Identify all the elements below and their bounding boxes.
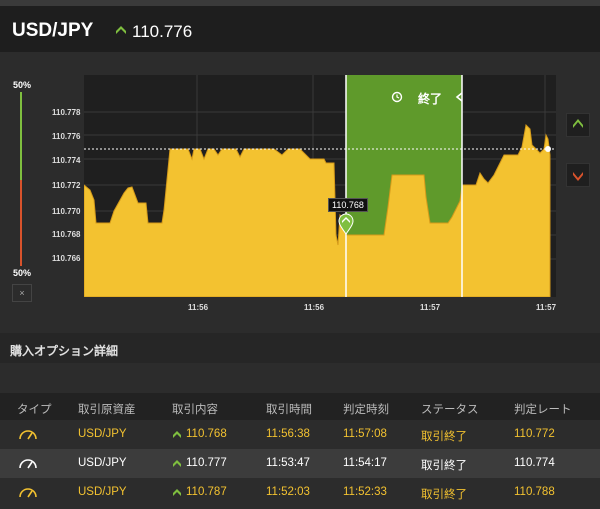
content-cell: 110.787 [186, 486, 227, 498]
meter-red-bar [20, 180, 22, 266]
x-tick: 11:56 [304, 303, 325, 312]
judge-cell: 11:54:17 [343, 457, 387, 469]
purchase-options-header: 購入オプション詳細 [0, 333, 600, 363]
col-judge: 判定時刻 [343, 404, 389, 416]
gauge-icon [19, 488, 37, 498]
gauge-icon [19, 430, 37, 440]
y-tick: 110.774 [52, 156, 81, 165]
y-tick: 110.768 [52, 230, 81, 239]
table-header: タイプ 取引原資産 取引内容 取引時間 判定時刻 ステータス 判定レート [0, 393, 600, 420]
time-cell: 11:56:38 [266, 428, 310, 440]
meter-top-percent: 50% [13, 80, 32, 90]
close-button[interactable]: × [12, 284, 32, 302]
rate-cell: 110.774 [514, 457, 555, 469]
judge-cell: 11:52:33 [343, 486, 387, 498]
zone-end-label: 終了 [418, 92, 443, 106]
x-tick: 11:56 [188, 303, 209, 312]
entry-price-tag: 110.768 [328, 198, 368, 212]
status-cell: 取引終了 [421, 431, 467, 443]
spacer [0, 363, 600, 393]
time-cell: 11:52:03 [266, 486, 310, 498]
time-cell: 11:53:47 [266, 457, 310, 469]
content-cell: 110.777 [186, 457, 227, 469]
up-arrow-icon [173, 489, 181, 496]
x-tick: 11:57 [536, 303, 557, 312]
col-type: タイプ [17, 404, 52, 416]
section-title: 購入オプション詳細 [10, 344, 119, 358]
up-arrow-icon [173, 460, 181, 467]
content-cell: 110.768 [186, 428, 227, 440]
price-chart[interactable] [84, 75, 556, 297]
col-status: ステータス [421, 404, 479, 416]
asset-cell: USD/JPY [78, 457, 127, 469]
high-button[interactable] [566, 113, 590, 137]
history-icon [391, 91, 403, 103]
up-arrow-icon [116, 26, 126, 34]
col-time: 取引時間 [266, 404, 312, 416]
up-arrow-icon [173, 431, 181, 438]
entry-marker-icon [338, 213, 354, 235]
table-row[interactable]: USD/JPY 110.787 11:52:03 11:52:33 取引終了 1… [0, 478, 600, 509]
low-button[interactable] [566, 163, 590, 187]
table-row[interactable]: USD/JPY 110.777 11:53:47 11:54:17 取引終了 1… [0, 449, 600, 478]
y-tick: 110.770 [52, 207, 81, 216]
status-cell: 取引終了 [421, 460, 467, 472]
currency-pair-title: USD/JPY [12, 20, 94, 41]
judge-cell: 11:57:08 [343, 428, 387, 440]
chevron-left-icon [455, 92, 463, 102]
y-tick: 110.772 [52, 181, 81, 190]
up-arrow-icon [573, 119, 583, 128]
status-cell: 取引終了 [421, 489, 467, 501]
y-tick: 110.778 [52, 108, 81, 117]
y-tick: 110.776 [52, 132, 81, 141]
asset-cell: USD/JPY [78, 428, 127, 440]
meter-green-bar [20, 92, 22, 180]
col-asset: 取引原資産 [78, 404, 136, 416]
col-content: 取引内容 [172, 404, 218, 416]
down-arrow-icon [573, 172, 583, 181]
gauge-icon [19, 459, 37, 469]
table-row[interactable]: USD/JPY 110.768 11:56:38 11:57:08 取引終了 1… [0, 420, 600, 449]
asset-cell: USD/JPY [78, 486, 127, 498]
current-rate: 110.776 [132, 22, 193, 41]
rate-cell: 110.772 [514, 428, 555, 440]
meter-bottom-percent: 50% [13, 268, 32, 278]
header-bar: USD/JPY 110.776 [0, 6, 600, 52]
x-tick: 11:57 [420, 303, 441, 312]
col-rate: 判定レート [514, 404, 572, 416]
y-tick: 110.766 [52, 254, 81, 263]
rate-cell: 110.788 [514, 486, 555, 498]
